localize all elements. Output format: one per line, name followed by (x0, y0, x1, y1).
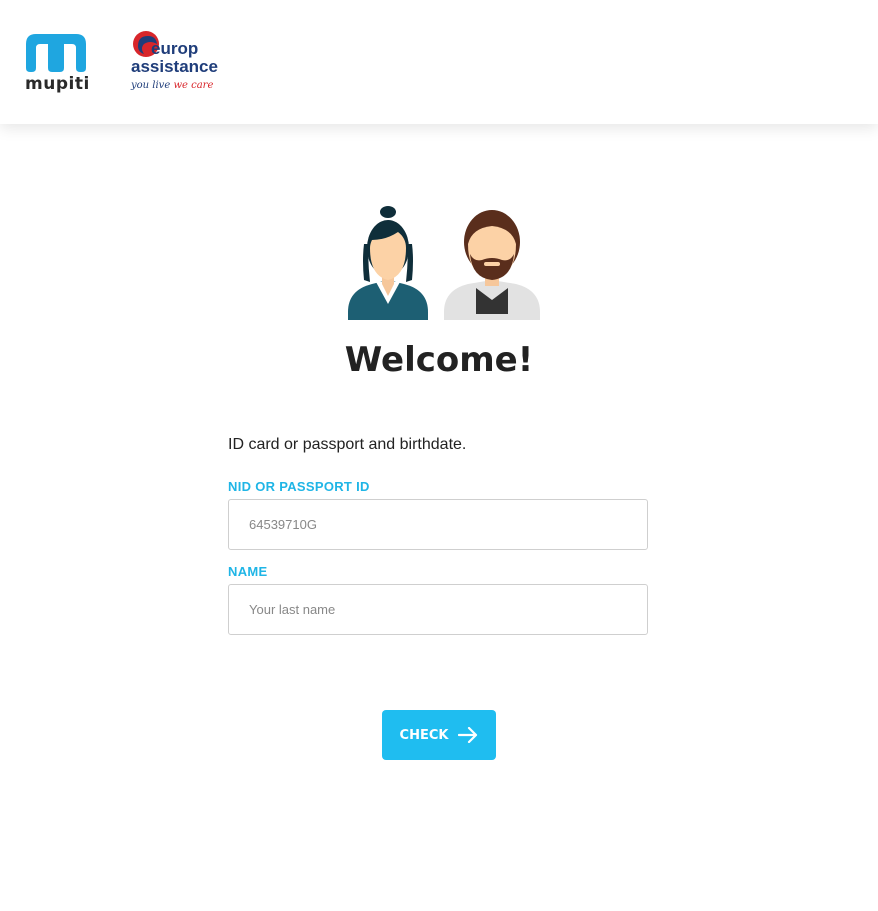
check-button[interactable]: CHECK (382, 710, 496, 760)
name-field-label: NAME (228, 564, 268, 579)
europ-tagline: you live we care (131, 80, 213, 91)
tagline-part-2: we care (173, 80, 214, 91)
tagline-part-1: you live (131, 80, 171, 91)
nid-field-label: NID OR PASSPORT ID (228, 479, 370, 494)
check-button-label: CHECK (399, 727, 449, 743)
assistance-wordmark: assistance (131, 57, 218, 76)
name-input[interactable] (228, 584, 648, 635)
nid-input[interactable] (228, 499, 648, 550)
page-title: Welcome! (344, 340, 534, 380)
man-avatar-icon (444, 210, 540, 320)
mupiti-wordmark: mupiti (25, 74, 90, 94)
users-illustration (348, 206, 540, 320)
europ-wordmark: europ (151, 39, 199, 58)
woman-avatar-icon (348, 206, 428, 320)
arrow-right-icon (458, 727, 478, 743)
header: mupiti europ assistance you live we care (0, 0, 878, 124)
instruction-text: ID card or passport and birthdate. (228, 436, 467, 453)
